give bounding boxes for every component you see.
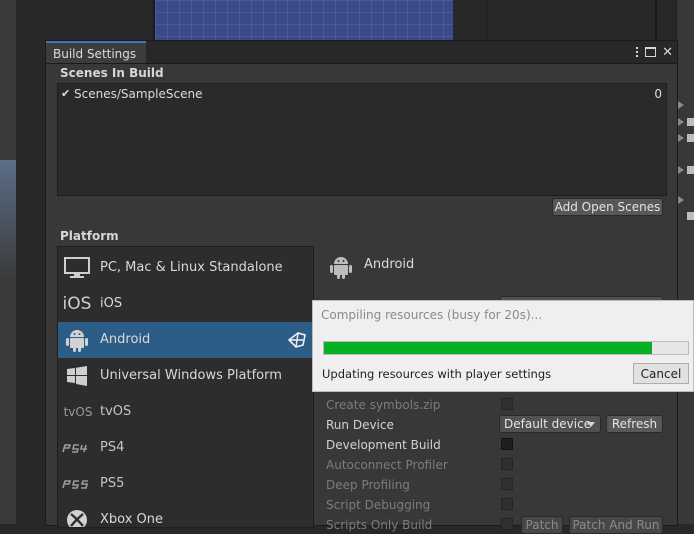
expand-arrow-icon[interactable] (678, 166, 684, 174)
run-device-dropdown[interactable]: Default device (499, 415, 601, 433)
script-debugging-checkbox[interactable] (501, 498, 513, 510)
platform-item-label: tvOS (100, 404, 132, 419)
monitor-icon (64, 256, 90, 280)
tvos-icon: tvOS (63, 405, 93, 419)
platform-item-ios[interactable]: iOS iOS (58, 286, 313, 322)
ios-icon: iOS (62, 294, 92, 314)
scene-name: Scenes/SampleScene (74, 87, 203, 101)
progress-dialog: Compiling resources (busy for 20s)... Up… (312, 300, 694, 392)
scenes-list[interactable]: ✔ Scenes/SampleScene 0 (57, 83, 667, 196)
autoconnect-profiler-checkbox[interactable] (501, 458, 513, 470)
platform-item-label: PC, Mac & Linux Standalone (100, 260, 283, 275)
scene-view-background (155, 0, 453, 40)
close-icon[interactable]: ✕ (662, 46, 673, 59)
platform-item-ps4[interactable]: PS4 (58, 430, 313, 466)
add-open-scenes-button[interactable]: Add Open Scenes (552, 198, 663, 216)
window-titlebar: Build Settings ✕ (46, 41, 677, 64)
run-device-value: Default device (504, 417, 592, 431)
progress-dialog-title: Compiling resources (busy for 20s)... (321, 308, 543, 322)
scenes-in-build-label: Scenes In Build (60, 66, 164, 80)
scripts-only-build-checkbox[interactable] (501, 518, 513, 530)
android-icon (64, 328, 90, 352)
platform-item-android[interactable]: Android (58, 322, 313, 358)
development-build-checkbox[interactable] (501, 438, 513, 450)
platform-item-xbox-one[interactable]: Xbox One (58, 502, 313, 527)
scene-checkbox[interactable]: ✔ (61, 86, 70, 102)
progress-bar (323, 341, 689, 355)
platform-item-label: PS5 (100, 476, 125, 491)
platform-item-label: Xbox One (100, 512, 164, 527)
xbox-icon (64, 508, 90, 527)
image-icon (687, 166, 694, 174)
folder-icon (687, 118, 694, 126)
scene-row[interactable]: ✔ Scenes/SampleScene 0 (60, 86, 664, 102)
platform-item-label: PS4 (100, 440, 125, 455)
progress-status-text: Updating resources with player settings (322, 367, 552, 381)
expand-arrow-icon[interactable] (678, 196, 684, 204)
progress-bar-fill (324, 342, 652, 354)
cancel-button[interactable]: Cancel (633, 363, 689, 384)
selected-platform-title: Android (364, 257, 415, 272)
expand-arrow-icon[interactable] (678, 134, 684, 142)
development-build-label: Development Build (326, 438, 441, 452)
ps4-icon (62, 436, 92, 460)
platform-item-ps5[interactable]: PS5 (58, 466, 313, 502)
editor-left-highlight (0, 160, 16, 280)
platform-item-uwp[interactable]: Universal Windows Platform (58, 358, 313, 394)
platform-label: Platform (60, 229, 119, 243)
platform-item-standalone[interactable]: PC, Mac & Linux Standalone (58, 250, 313, 286)
platform-item-tvos[interactable]: tvOS tvOS (58, 394, 313, 430)
android-icon (329, 254, 353, 283)
build-settings-window: Build Settings ✕ Scenes In Build ✔ Scene… (45, 40, 678, 534)
platform-item-label: iOS (100, 296, 123, 311)
script-debugging-label: Script Debugging (326, 498, 431, 512)
expand-arrow-icon[interactable] (678, 118, 684, 126)
unity-logo-icon (287, 332, 306, 348)
run-device-label: Run Device (326, 418, 394, 432)
platform-item-label: Android (100, 332, 151, 347)
editor-divider (655, 0, 657, 40)
windows-icon (64, 364, 90, 388)
create-symbols-zip-checkbox[interactable] (501, 398, 513, 410)
autoconnect-profiler-label: Autoconnect Profiler (326, 458, 448, 472)
folder-icon (687, 212, 694, 220)
editor-hierarchy-edge (676, 0, 694, 524)
image-icon (687, 134, 694, 142)
titlebar-controls: ✕ (636, 41, 673, 63)
patch-and-run-button[interactable]: Patch And Run (569, 516, 663, 534)
window-title-tab[interactable]: Build Settings (46, 41, 147, 63)
patch-button[interactable]: Patch (521, 516, 563, 534)
expand-arrow-icon[interactable] (678, 101, 684, 109)
maximize-icon[interactable] (645, 47, 657, 57)
platform-list: PC, Mac & Linux Standalone iOS iOS Andro… (57, 246, 314, 528)
platform-item-label: Universal Windows Platform (100, 368, 282, 383)
scene-index: 0 (654, 87, 662, 101)
chevron-down-icon (587, 422, 595, 427)
scripts-only-build-label: Scripts Only Build (326, 518, 433, 532)
refresh-button[interactable]: Refresh (606, 415, 663, 433)
more-options-icon[interactable] (636, 47, 639, 57)
editor-inspector-background (486, 0, 677, 40)
deep-profiling-checkbox[interactable] (501, 478, 513, 490)
create-symbols-zip-label: Create symbols.zip (326, 398, 441, 412)
ps5-icon (62, 472, 92, 496)
deep-profiling-label: Deep Profiling (326, 478, 410, 492)
